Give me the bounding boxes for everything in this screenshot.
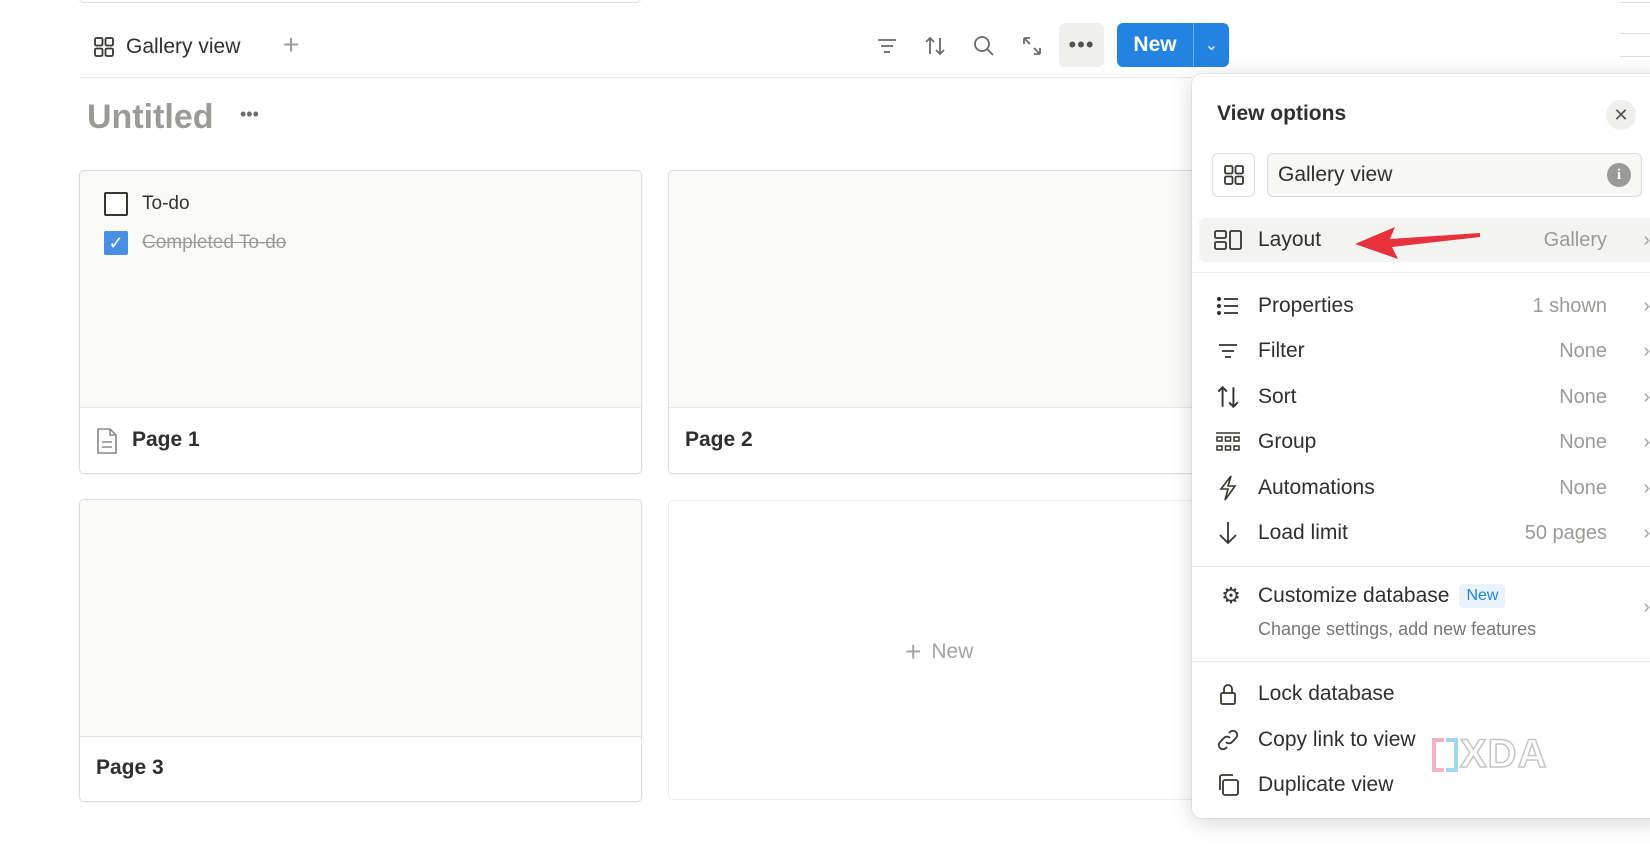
page-icon [97, 428, 117, 454]
chevron-right-icon: › [1643, 385, 1650, 408]
new-badge: New [1459, 584, 1506, 608]
row-label: Sort [1258, 385, 1297, 408]
expand-icon[interactable] [1020, 34, 1044, 58]
customize-label: Customize database [1258, 584, 1450, 607]
sort-icon [1203, 384, 1253, 410]
row-label: Load limit [1258, 521, 1348, 544]
settings-row-filter[interactable]: Filter None › [1199, 329, 1650, 373]
todo-label: To-do [142, 193, 190, 214]
copy-link-row[interactable]: Copy link to view [1199, 718, 1650, 762]
row-value: 50 pages [1524, 521, 1607, 544]
toolbar-divider [79, 77, 1192, 78]
row-label: Lock database [1258, 682, 1395, 705]
title-more-icon[interactable]: ••• [240, 104, 259, 125]
layout-value: Gallery [1543, 228, 1607, 251]
duplicate-view-row[interactable]: Duplicate view [1199, 763, 1650, 807]
view-icon-picker[interactable] [1212, 153, 1255, 197]
card-title: Page 1 [132, 428, 200, 451]
row-label: Properties [1258, 294, 1354, 317]
settings-row-sort[interactable]: Sort None › [1199, 375, 1650, 419]
layout-icon [1203, 229, 1253, 251]
chevron-down-icon[interactable]: ⌄ [1194, 35, 1229, 55]
sort-icon[interactable] [923, 34, 947, 58]
plus-icon: + [905, 636, 922, 667]
checkbox-unchecked[interactable] [104, 192, 128, 216]
info-icon[interactable]: i [1607, 163, 1631, 187]
row-label: Automations [1258, 476, 1375, 499]
row-value: None [1559, 385, 1607, 408]
chevron-right-icon: › [1643, 294, 1650, 317]
previous-block [79, 0, 641, 3]
checkbox-checked[interactable]: ✓ [104, 231, 128, 255]
settings-row-automations[interactable]: Automations None › [1199, 466, 1650, 510]
annotation-arrow [1355, 227, 1480, 259]
gallery-card-page-1[interactable]: To-do ✓ Completed To-do Page 1 [79, 170, 642, 474]
row-value: 1 shown [1532, 294, 1608, 317]
gallery-card-page-3[interactable]: Page 3 [79, 499, 642, 802]
scroll-markers [1620, 2, 1650, 72]
customize-database-row[interactable]: ⚙ Customize database New Change settings… [1199, 574, 1650, 656]
panel-title: View options [1217, 102, 1347, 125]
close-button[interactable]: ✕ [1606, 100, 1636, 130]
new-card-button[interactable]: + New [668, 500, 1268, 800]
lock-icon [1203, 682, 1253, 706]
row-label: Duplicate view [1258, 773, 1394, 796]
gallery-card-page-2[interactable]: Page 2 [668, 170, 1268, 474]
gallery-icon [94, 37, 114, 57]
lock-database-row[interactable]: Lock database [1199, 672, 1650, 716]
chevron-right-icon: › [1643, 521, 1650, 544]
row-value: None [1559, 430, 1607, 453]
chevron-right-icon: › [1643, 476, 1650, 499]
todo-item[interactable]: To-do [104, 192, 190, 216]
chevron-right-icon: › [1643, 339, 1650, 362]
gear-icon: ⚙ [1221, 583, 1241, 608]
arrow-down-icon [1203, 520, 1253, 546]
filter-icon[interactable] [875, 34, 899, 58]
duplicate-icon [1203, 773, 1253, 797]
page-title[interactable]: Untitled [87, 98, 214, 137]
view-name-input[interactable]: Gallery view i [1267, 153, 1642, 197]
xda-watermark-logo: XDA [1432, 731, 1547, 777]
group-icon [1203, 431, 1253, 453]
card-title: Page 2 [685, 428, 753, 451]
card-title: Page 3 [96, 756, 164, 779]
new-button[interactable]: New ⌄ [1117, 23, 1229, 67]
link-icon [1203, 728, 1253, 752]
todo-item-completed[interactable]: ✓ Completed To-do [104, 231, 286, 255]
list-icon [1203, 296, 1253, 316]
todo-label: Completed To-do [142, 232, 287, 253]
gallery-icon [1223, 165, 1244, 185]
tab-label: Gallery view [126, 35, 241, 58]
chevron-right-icon: › [1643, 430, 1650, 453]
new-button-label: New [1133, 33, 1177, 56]
more-options-button[interactable]: ••• [1059, 23, 1104, 67]
tab-gallery-view[interactable]: Gallery view [92, 32, 240, 62]
settings-row-group[interactable]: Group None › [1199, 420, 1650, 464]
row-value: None [1559, 339, 1607, 362]
view-options-panel: View options ✕ Gallery view i Layout Gal… [1192, 74, 1650, 818]
row-label: Group [1258, 430, 1317, 453]
chevron-right-icon: › [1643, 228, 1650, 251]
search-icon[interactable] [972, 34, 996, 58]
row-label: Copy link to view [1258, 728, 1416, 751]
add-view-icon[interactable]: + [278, 29, 304, 60]
row-value: None [1559, 476, 1607, 499]
customize-subtitle: Change settings, add new features [1258, 619, 1537, 639]
view-name-value: Gallery view [1278, 163, 1393, 186]
lightning-icon [1203, 475, 1253, 501]
new-card-label: New [931, 640, 974, 663]
settings-row-load-limit[interactable]: Load limit 50 pages › [1199, 511, 1650, 555]
filter-icon [1203, 341, 1253, 361]
chevron-right-icon: › [1643, 596, 1650, 618]
layout-label: Layout [1258, 228, 1322, 251]
row-label: Filter [1258, 339, 1305, 362]
settings-row-properties[interactable]: Properties 1 shown › [1199, 284, 1650, 328]
